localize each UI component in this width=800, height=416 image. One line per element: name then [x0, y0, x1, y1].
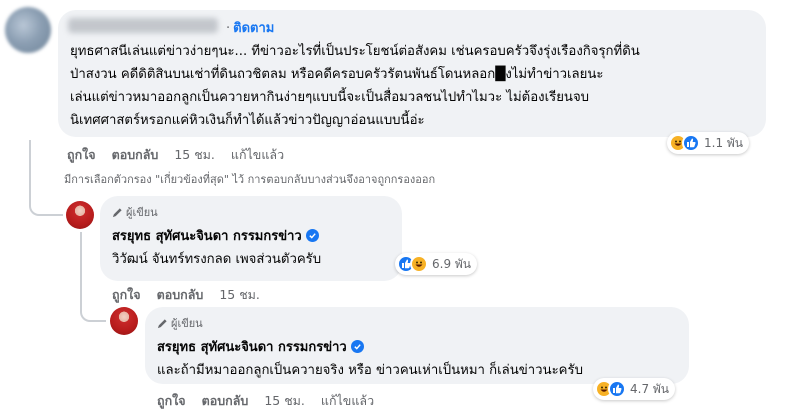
author-name-text[interactable]: สรยุทธ สุทัศนะจินดา กรรมกรข่าว: [112, 225, 302, 246]
haha-icon: [410, 255, 428, 273]
reaction-summary[interactable]: 6.9 พัน: [395, 253, 478, 275]
edited-label: แก้ไขแล้ว: [320, 393, 375, 408]
author-badge-label: ผู้เขียน: [171, 317, 203, 330]
author-badge: ผู้เขียน: [157, 314, 203, 332]
reaction-summary[interactable]: 4.7 พัน: [593, 378, 676, 400]
reaction-count: 4.7 พัน: [630, 381, 670, 396]
thread-line: [29, 192, 63, 216]
verified-badge-icon: [305, 229, 319, 242]
commenter-avatar[interactable]: [5, 7, 51, 53]
pen-icon: [112, 207, 122, 217]
reaction-count: 6.9 พัน: [432, 256, 472, 271]
pen-icon: [157, 318, 167, 328]
timestamp[interactable]: 15 ชม.: [174, 145, 215, 165]
separator-dot: ·: [226, 21, 231, 36]
reply-text: วิวัฒน์ จันทร์ทรงกลด เพจส่วนตัวครับ: [112, 252, 322, 267]
reply-button[interactable]: ตอบกลับ: [157, 285, 204, 305]
author-name[interactable]: สรยุทธ สุทัศนะจินดา กรรมกรข่าว: [112, 225, 319, 246]
author-avatar[interactable]: [110, 307, 138, 335]
comment-bubble: · ติดตาม ยุทธศาสนีเล่นแต่ข่าวง่ายๆนะ... ท…: [58, 10, 766, 137]
timestamp[interactable]: 15 ชม.: [264, 391, 305, 411]
like-icon: [682, 134, 700, 152]
follow-label[interactable]: ติดตาม: [233, 21, 274, 36]
author-avatar[interactable]: [66, 201, 94, 229]
thread-line: [80, 232, 82, 300]
comment-line: ป่าสงวน คดีดิติสินบนเช่าที่ดินถวชิตลม หร…: [70, 67, 604, 82]
follow-link[interactable]: · ติดตาม: [226, 17, 274, 38]
reply-actions: ถูกใจ ตอบกลับ 15 ชม. แก้ไขแล้ว: [157, 391, 374, 411]
edited-label: แก้ไขแล้ว: [230, 147, 285, 162]
reply-bubble: ผู้เขียน สรยุทธ สุทัศนะจินดา กรรมกรข่าว …: [100, 196, 402, 281]
reaction-summary[interactable]: 1.1 พัน: [667, 132, 750, 154]
reply-text: และถ้ามีหมาออกลูกเป็นควายจริง หรือ ข่าวค…: [157, 363, 583, 378]
thread-line: [80, 298, 106, 322]
thread-line: [29, 140, 31, 194]
reply-button[interactable]: ตอบกลับ: [112, 145, 159, 165]
comment-line: ยุทธศาสนีเล่นแต่ข่าวง่ายๆนะ... ทีข่าวอะไ…: [70, 44, 640, 59]
author-badge: ผู้เขียน: [112, 203, 158, 221]
comment-text: ยุทธศาสนีเล่นแต่ข่าวง่ายๆนะ... ทีข่าวอะไ…: [70, 40, 760, 132]
commenter-name-redacted[interactable]: [68, 18, 218, 33]
author-badge-label: ผู้เขียน: [126, 206, 158, 219]
like-button[interactable]: ถูกใจ: [67, 145, 96, 165]
like-icon: [608, 380, 626, 398]
like-button[interactable]: ถูกใจ: [157, 391, 186, 411]
reaction-count: 1.1 พัน: [704, 135, 744, 150]
timestamp[interactable]: 15 ชม.: [219, 285, 260, 305]
author-name-text[interactable]: สรยุทธ สุทัศนะจินดา กรรมกรข่าว: [157, 336, 347, 357]
reply-button[interactable]: ตอบกลับ: [202, 391, 249, 411]
reply-actions: ถูกใจ ตอบกลับ 15 ชม.: [112, 285, 260, 305]
verified-badge-icon: [350, 340, 364, 353]
reply-bubble: ผู้เขียน สรยุทธ สุทัศนะจินดา กรรมกรข่าว …: [145, 307, 689, 384]
author-name[interactable]: สรยุทธ สุทัศนะจินดา กรรมกรข่าว: [157, 336, 364, 357]
like-button[interactable]: ถูกใจ: [112, 285, 141, 305]
comment-actions: ถูกใจ ตอบกลับ 15 ชม. แก้ไขแล้ว: [67, 145, 284, 165]
comment-line: เล่นแต่ข่าวหมาออกลูกเป็นควายหากินง่ายๆแบ…: [70, 90, 590, 105]
comment-line: นิเทศศาสตร์หรอกแค่หิวเงินก็ทำได้แล้วข่าว…: [70, 113, 425, 128]
filter-notice: มีการเลือกตัวกรอง "เกี่ยวข้องที่สุด" ไว้…: [64, 173, 436, 186]
